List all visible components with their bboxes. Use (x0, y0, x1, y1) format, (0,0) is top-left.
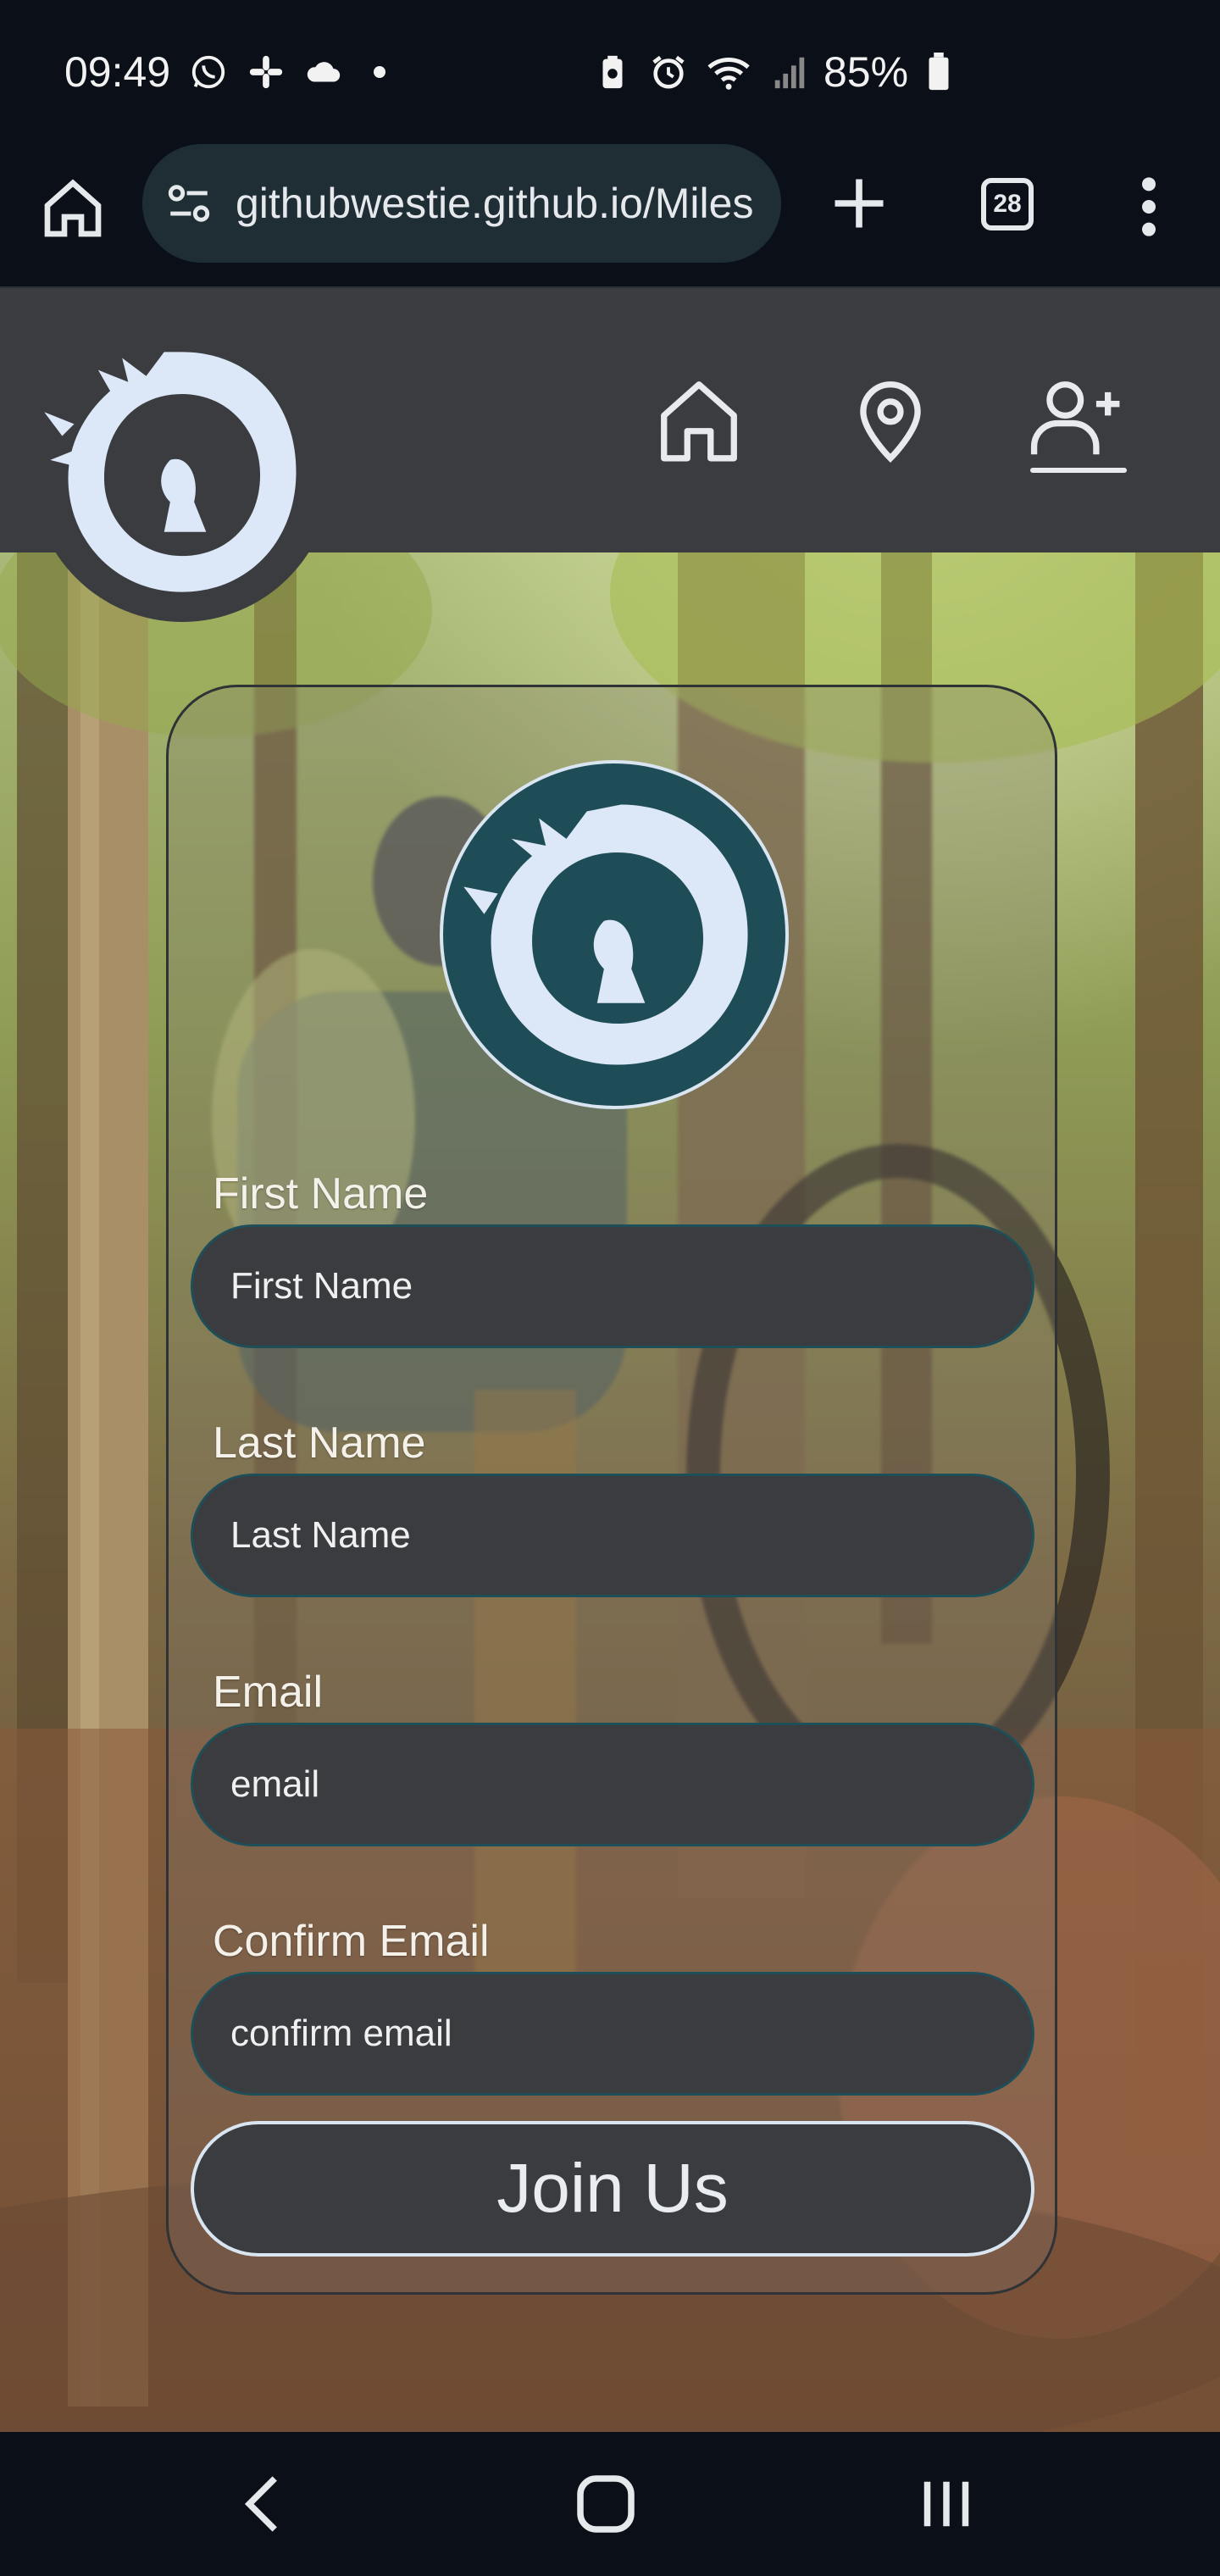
join-us-button[interactable]: Join Us (191, 2121, 1034, 2257)
browser-toolbar: githubwestie.github.io/Miles 28 (0, 144, 1220, 288)
confirm-email-input[interactable] (191, 1972, 1034, 2096)
last-name-input[interactable] (191, 1474, 1034, 1597)
home-icon[interactable] (652, 373, 746, 466)
alarm-icon (652, 55, 685, 89)
home-icon[interactable] (39, 175, 107, 242)
status-bar: 09:49 85% (0, 0, 1220, 144)
user-plus-icon[interactable] (1030, 373, 1123, 466)
dragon-logo-icon (44, 352, 297, 592)
back-icon[interactable] (227, 2466, 303, 2542)
recent-apps-icon[interactable] (908, 2466, 984, 2542)
slack-icon (249, 55, 283, 89)
whatsapp-icon (191, 55, 225, 89)
new-tab-icon[interactable] (827, 171, 891, 236)
last-name-label: Last Name (213, 1418, 426, 1468)
dragon-logo-icon (463, 804, 748, 1065)
first-name-input[interactable] (191, 1224, 1034, 1348)
site-settings-icon[interactable] (164, 179, 214, 228)
wifi-icon (707, 58, 750, 90)
status-time: 09:49 (64, 48, 171, 96)
site-logo[interactable] (32, 322, 332, 622)
confirm-email-label: Confirm Email (213, 1917, 490, 1966)
system-nav-bar (0, 2432, 1220, 2576)
cloud-icon (307, 62, 341, 82)
tabs-button[interactable]: 28 (981, 178, 1034, 230)
active-nav-indicator (1030, 468, 1127, 473)
battery-percent: 85% (824, 48, 909, 96)
battery-saver-icon (602, 55, 623, 89)
first-name-label: First Name (213, 1169, 429, 1219)
signal-icon (774, 57, 805, 89)
card-logo (440, 760, 789, 1109)
email-input[interactable] (191, 1723, 1034, 1846)
notification-dot-icon (374, 66, 386, 78)
map-pin-icon[interactable] (844, 373, 937, 466)
email-label: Email (213, 1668, 324, 1717)
web-page: First Name Last Name Email Confirm Email… (0, 288, 1220, 2432)
url-field[interactable]: githubwestie.github.io/Miles (142, 144, 781, 263)
battery-icon (929, 53, 949, 91)
home-button-icon[interactable] (568, 2466, 644, 2542)
url-text: githubwestie.github.io/Miles (236, 180, 754, 227)
menu-icon[interactable] (1132, 173, 1166, 241)
signup-form-card: First Name Last Name Email Confirm Email… (166, 685, 1057, 2295)
